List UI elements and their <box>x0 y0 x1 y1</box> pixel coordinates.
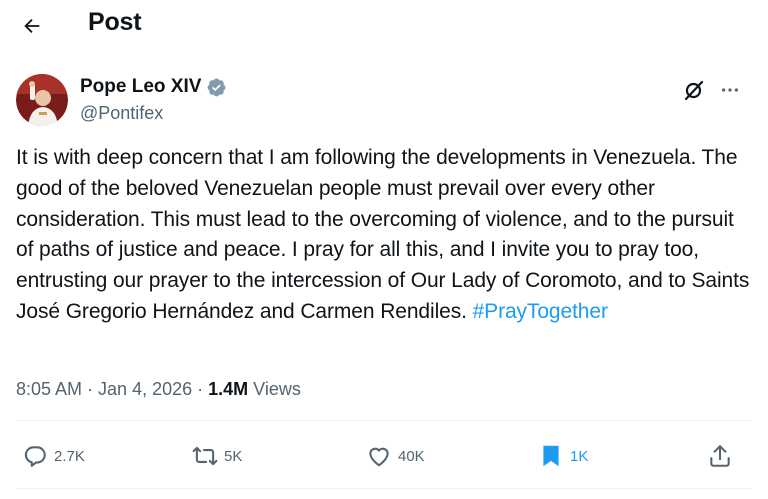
repost-icon <box>192 446 218 466</box>
bookmark-filled-icon <box>543 445 559 467</box>
tweet-time[interactable]: 8:05 AM <box>16 379 82 399</box>
arrow-left-icon <box>24 18 40 34</box>
share-button[interactable] <box>707 443 733 469</box>
more-horizontal-icon <box>721 88 739 92</box>
verified-badge-icon <box>207 78 226 96</box>
tweet-meta: 8:05 AM · Jan 4, 2026 · 1.4M Views <box>16 379 301 400</box>
author-name-text: Pope Leo XIV <box>80 76 202 97</box>
reply-button[interactable]: 2.7K <box>22 443 85 469</box>
reply-count: 2.7K <box>54 447 85 465</box>
like-button[interactable]: 40K <box>366 443 425 469</box>
tweet-body: It is with deep concern that I am follow… <box>16 146 750 323</box>
bookmark-count: 1K <box>570 447 589 465</box>
views-label: Views <box>253 379 301 399</box>
bookmark-button[interactable]: 1K <box>538 443 588 469</box>
more-options-button[interactable] <box>716 76 744 104</box>
post-header: Post <box>0 0 768 52</box>
grok-icon <box>684 80 704 101</box>
divider-bottom <box>16 488 752 489</box>
meta-separator: · <box>82 379 99 399</box>
heart-icon <box>369 447 389 467</box>
back-button[interactable] <box>16 10 48 42</box>
author-handle[interactable]: @Pontifex <box>80 103 163 124</box>
like-count: 40K <box>398 447 425 465</box>
hashtag-link[interactable]: #PrayTogether <box>473 300 608 323</box>
meta-separator-2: · <box>192 379 209 399</box>
avatar[interactable] <box>16 74 68 126</box>
tweet-date[interactable]: Jan 4, 2026 <box>98 379 192 399</box>
repost-count: 5K <box>224 447 243 465</box>
avatar-image <box>16 74 68 126</box>
grok-button[interactable] <box>680 76 708 104</box>
author-name[interactable]: Pope Leo XIV <box>80 76 227 98</box>
page-title: Post <box>88 8 142 36</box>
tweet-text: It is with deep concern that I am follow… <box>16 143 756 328</box>
repost-button[interactable]: 5K <box>192 443 242 469</box>
share-icon <box>710 445 730 467</box>
reply-icon <box>24 446 46 467</box>
divider <box>16 420 752 421</box>
views-count: 1.4M <box>208 379 249 399</box>
